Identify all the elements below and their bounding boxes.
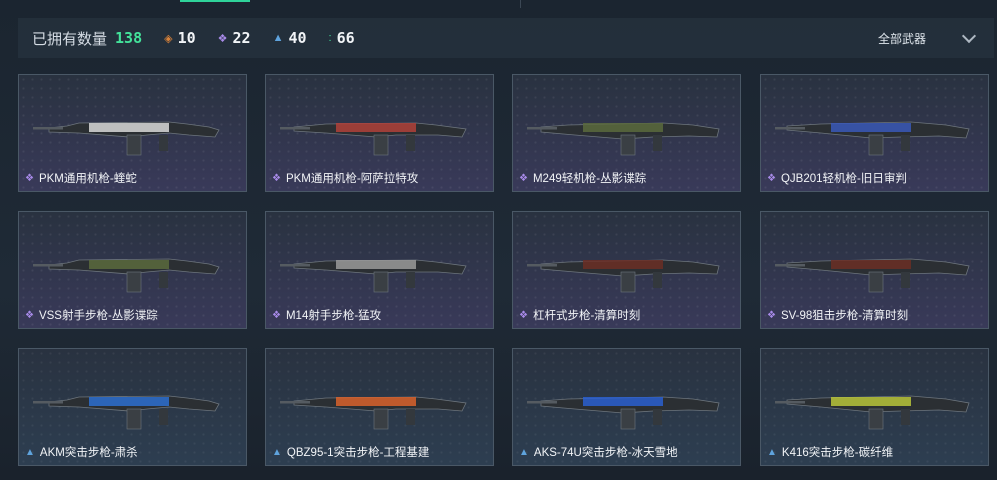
- purple-rarity-icon: ❖: [767, 172, 776, 184]
- weapon-card[interactable]: ❖ VSS射手步枪-丛影谍踪: [18, 211, 247, 329]
- purple-diamond-icon: ❖: [217, 32, 228, 45]
- purple-rarity-icon: ❖: [272, 172, 281, 184]
- inventory-header: 已拥有数量 138 ◈ 10 ❖ 22 ▲ 40 : 66 全部武器: [18, 18, 994, 58]
- rarity-count: 40: [288, 29, 307, 47]
- weapon-label: ❖ M249轻机枪-丛影谍踪: [519, 170, 646, 186]
- weapon-name: SV-98狙击步枪-清算时刻: [780, 310, 909, 322]
- rarity-stat-purple: ❖ 22: [218, 29, 251, 47]
- weapon-card[interactable]: ▲ K416突击步枪-碳纤维: [760, 348, 989, 466]
- purple-rarity-icon: ❖: [767, 309, 776, 321]
- weapon-label: ❖ VSS射手步枪-丛影谍踪: [25, 307, 158, 323]
- weapon-label: ❖ 杠杆式步枪-清算时刻: [519, 307, 640, 323]
- top-tab-strip: [0, 0, 997, 12]
- rarity-count: 10: [177, 29, 196, 47]
- rarity-count: 22: [232, 29, 251, 47]
- weapon-label: ❖ M14射手步枪-猛攻: [272, 307, 381, 323]
- weapon-label: ▲ QBZ95-1突击步枪-工程基建: [272, 444, 429, 460]
- weapon-image: [527, 122, 720, 156]
- blue-chevron-icon: ▲: [272, 32, 284, 44]
- rarity-stat-blue: ▲ 40: [273, 29, 307, 47]
- weapon-filter-dropdown[interactable]: 全部武器: [877, 18, 977, 58]
- weapon-image: [775, 121, 970, 156]
- weapon-name: QBZ95-1突击步枪-工程基建: [286, 447, 430, 459]
- weapon-name: 杠杆式步枪-清算时刻: [532, 310, 641, 322]
- weapon-card[interactable]: ❖ M249轻机枪-丛影谍踪: [512, 74, 741, 192]
- weapon-card[interactable]: ❖ PKM通用机枪-蝰蛇: [18, 74, 247, 192]
- green-dots-icon: :: [328, 32, 332, 44]
- weapon-label: ▲ AKS-74U突击步枪-冰天雪地: [519, 444, 678, 460]
- weapon-image: [280, 259, 467, 293]
- weapon-name: AKS-74U突击步枪-冰天雪地: [533, 447, 678, 459]
- purple-rarity-icon: ❖: [272, 309, 281, 321]
- weapon-card[interactable]: ▲ QBZ95-1突击步枪-工程基建: [265, 348, 494, 466]
- tab-divider: [520, 0, 521, 8]
- weapon-label: ❖ PKM通用机枪-蝰蛇: [25, 170, 137, 186]
- weapon-image: [775, 395, 970, 430]
- weapon-name: AKM突击步枪-肃杀: [39, 447, 138, 459]
- weapon-card[interactable]: ❖ 杠杆式步枪-清算时刻: [512, 211, 741, 329]
- orange-diamond-icon: ◈: [164, 32, 173, 45]
- rarity-stat-green: : 66: [329, 29, 355, 47]
- blue-rarity-icon: ▲: [519, 446, 529, 458]
- active-tab-indicator: [180, 0, 250, 2]
- weapon-name: M14射手步枪-猛攻: [285, 310, 382, 322]
- weapon-name: VSS射手步枪-丛影谍踪: [38, 310, 158, 322]
- weapon-image: [33, 121, 220, 156]
- weapon-label: ❖ SV-98狙击步枪-清算时刻: [767, 307, 908, 323]
- purple-rarity-icon: ❖: [25, 172, 34, 184]
- filter-label: 全部武器: [877, 31, 926, 46]
- weapon-card[interactable]: ▲ AKM突击步枪-肃杀: [18, 348, 247, 466]
- chevron-down-icon: [961, 28, 977, 44]
- weapon-card[interactable]: ❖ PKM通用机枪-阿萨拉特攻: [265, 74, 494, 192]
- weapon-image: [280, 122, 467, 156]
- owned-count-value: 138: [115, 29, 143, 47]
- weapon-card[interactable]: ❖ M14射手步枪-猛攻: [265, 211, 494, 329]
- purple-rarity-icon: ❖: [519, 309, 528, 321]
- weapon-image: [775, 258, 970, 293]
- weapon-card[interactable]: ▲ AKS-74U突击步枪-冰天雪地: [512, 348, 741, 466]
- weapon-name: M249轻机枪-丛影谍踪: [532, 173, 647, 185]
- blue-rarity-icon: ▲: [272, 446, 282, 458]
- blue-rarity-icon: ▲: [25, 446, 35, 458]
- blue-rarity-icon: ▲: [767, 446, 777, 458]
- weapon-card[interactable]: ❖ QJB201轻机枪-旧日审判: [760, 74, 989, 192]
- weapon-image: [280, 396, 467, 430]
- weapon-name: PKM通用机枪-蝰蛇: [38, 173, 137, 185]
- weapon-name: QJB201轻机枪-旧日审判: [780, 173, 907, 185]
- weapon-image: [33, 258, 220, 293]
- weapon-image: [527, 396, 720, 430]
- weapon-label: ▲ AKM突击步枪-肃杀: [25, 444, 138, 460]
- weapon-image: [527, 259, 720, 293]
- rarity-count: 66: [336, 29, 355, 47]
- purple-rarity-icon: ❖: [25, 309, 34, 321]
- weapon-card[interactable]: ❖ SV-98狙击步枪-清算时刻: [760, 211, 989, 329]
- weapon-name: PKM通用机枪-阿萨拉特攻: [285, 173, 419, 185]
- owned-count-label: 已拥有数量: [32, 30, 108, 48]
- weapon-label: ❖ QJB201轻机枪-旧日审判: [767, 170, 907, 186]
- purple-rarity-icon: ❖: [519, 172, 528, 184]
- weapon-label: ❖ PKM通用机枪-阿萨拉特攻: [272, 170, 418, 186]
- rarity-stat-orange: ◈ 10: [164, 29, 196, 47]
- weapon-image: [33, 395, 220, 430]
- weapon-name: K416突击步枪-碳纤维: [781, 447, 894, 459]
- weapon-label: ▲ K416突击步枪-碳纤维: [767, 444, 893, 460]
